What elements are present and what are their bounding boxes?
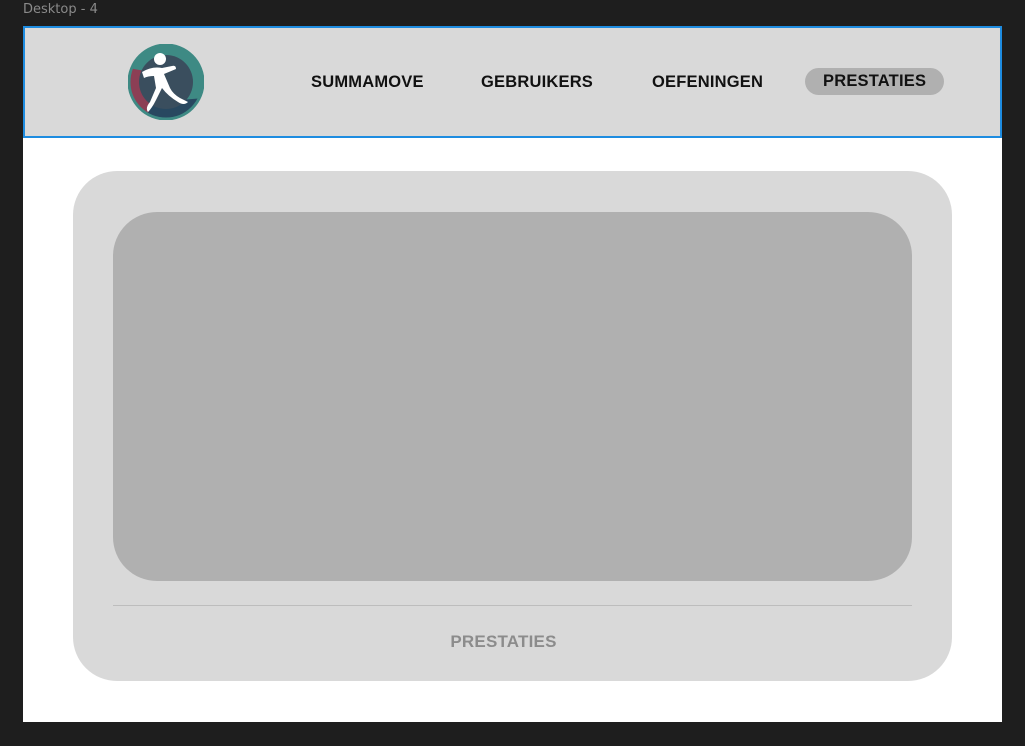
- artboard-desktop: SUMMAMOVE GEBRUIKERS OEFENINGEN PRESTATI…: [23, 26, 1002, 722]
- nav-item-gebruikers[interactable]: GEBRUIKERS: [481, 72, 593, 92]
- top-navbar: SUMMAMOVE GEBRUIKERS OEFENINGEN PRESTATI…: [23, 26, 1002, 138]
- card-image-placeholder: [113, 212, 912, 581]
- nav-item-summamove[interactable]: SUMMAMOVE: [311, 72, 424, 92]
- card-divider: [113, 605, 912, 606]
- running-figure-logo-icon[interactable]: [128, 44, 204, 120]
- nav-item-prestaties[interactable]: PRESTATIES: [805, 68, 945, 95]
- nav-item-oefeningen[interactable]: OEFENINGEN: [652, 72, 763, 92]
- artboard-label: Desktop - 4: [23, 2, 98, 17]
- card-caption: PRESTATIES: [450, 632, 557, 651]
- prestaties-card[interactable]: PRESTATIES: [73, 171, 952, 681]
